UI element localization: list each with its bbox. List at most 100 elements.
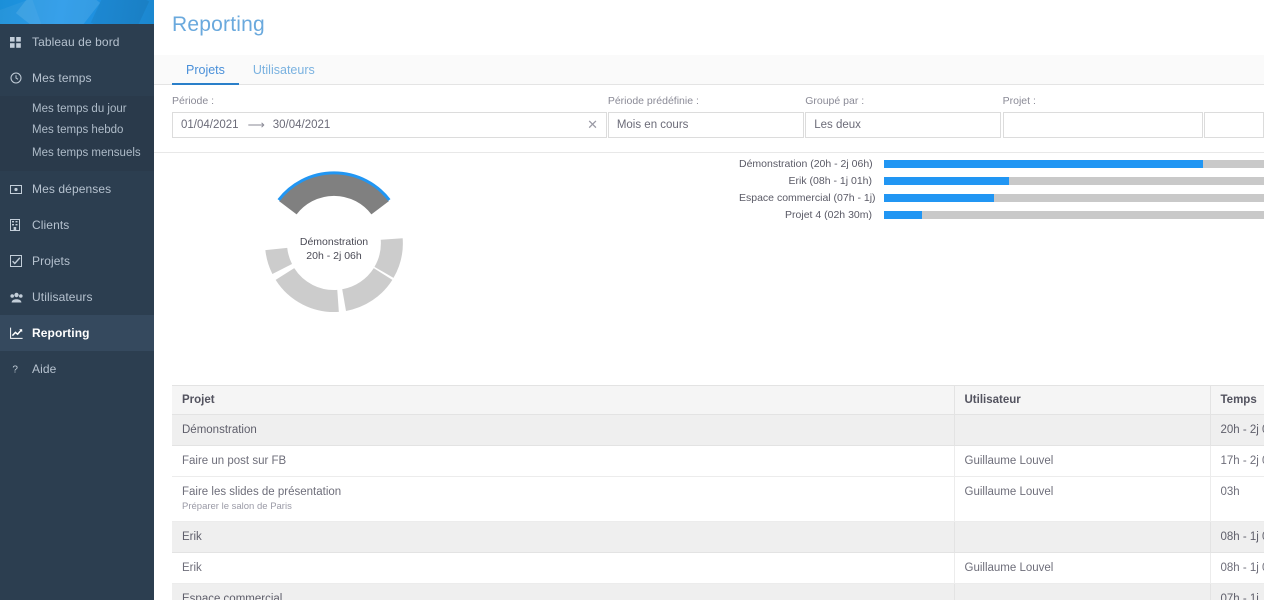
chart-line-icon	[10, 327, 32, 339]
legend-label: Espace commercial (07h - 1j)	[739, 192, 876, 204]
date-arrow-icon: ⟶	[247, 118, 265, 132]
task-title: Faire les slides de présentation	[182, 486, 342, 498]
donut-segment-erik[interactable]	[341, 267, 393, 311]
cell-temps: 03h	[1210, 476, 1264, 522]
cell-projet: Démonstration	[172, 414, 955, 446]
donut-center-line2: 20h - 2j 06h	[306, 250, 362, 262]
task-note: Préparer le salon de Paris	[182, 501, 292, 512]
sidebar-subitem-my-times-day[interactable]: Mes temps du jour	[0, 100, 154, 119]
page-title: Reporting	[172, 13, 265, 36]
periode-label: Période :	[172, 95, 215, 107]
filter-bar: Période : 01/04/2021 ⟶ 30/04/2021 ✕ Péri…	[154, 85, 1264, 153]
groupe-par-label: Groupé par :	[805, 95, 865, 107]
cell-utilisateur: Guillaume Louvel	[954, 445, 1211, 477]
sidebar-item-projects[interactable]: Projets	[0, 243, 154, 279]
legend-fill	[884, 177, 1010, 185]
tab-projets[interactable]: Projets	[172, 55, 239, 85]
sidebar-item-dashboard[interactable]: Tableau de bord	[0, 24, 154, 60]
cell-projet: Espace commercial	[172, 583, 955, 600]
legend-label: Démonstration (20h - 2j 06h)	[739, 158, 873, 170]
report-table-wrap: Projet Utilisateur Temps Démonstration 2…	[172, 385, 1264, 600]
column-header-temps[interactable]: Temps	[1210, 385, 1264, 415]
legend-track	[884, 177, 1264, 185]
date-start-value[interactable]: 01/04/2021	[181, 119, 239, 131]
cell-temps: 17h - 2j 03h	[1210, 445, 1264, 477]
column-header-utilisateur[interactable]: Utilisateur	[954, 385, 1211, 415]
building-icon	[10, 219, 32, 231]
table-row[interactable]: Erik 08h - 1j 01h	[172, 521, 1264, 553]
periode-predefinie-select[interactable]: Mois en cours	[607, 112, 804, 138]
groupe-par-value: Les deux	[814, 119, 861, 131]
cell-utilisateur	[954, 583, 1211, 600]
legend-label: Erik (08h - 1j 01h)	[788, 175, 872, 187]
table-row[interactable]: Faire les slides de présentation Prépare…	[172, 476, 1264, 522]
sidebar-item-reporting[interactable]: Reporting	[0, 315, 154, 351]
cell-utilisateur: Guillaume Louvel	[954, 552, 1211, 584]
donut-segment-demonstration[interactable]	[279, 173, 389, 215]
sidebar-subitem-my-times-week[interactable]: Mes temps hebdo	[0, 119, 154, 142]
report-table: Projet Utilisateur Temps Démonstration 2…	[172, 385, 1264, 600]
donut-chart[interactable]: Démonstration 20h - 2j 06h	[254, 163, 414, 323]
table-header-row: Projet Utilisateur Temps	[172, 385, 1264, 415]
extra-input[interactable]	[1204, 112, 1264, 138]
clear-icon[interactable]: ✕	[581, 117, 598, 133]
table-row[interactable]: Espace commercial 07h - 1j	[172, 583, 1264, 600]
field-extra-clipped	[1204, 95, 1264, 138]
legend-row[interactable]: Projet 4 (02h 30m)	[739, 209, 1264, 221]
table-row[interactable]: Erik Guillaume Louvel 08h - 1j 01h	[172, 552, 1264, 584]
legend-track	[884, 194, 1264, 202]
sidebar-item-label: Clients	[32, 218, 70, 232]
question-icon: ?	[10, 363, 32, 376]
donut-center-label: Démonstration 20h - 2j 06h	[254, 235, 414, 263]
legend-fill	[884, 211, 922, 219]
legend-bars: Démonstration (20h - 2j 06h) Erik (08h -…	[739, 158, 1264, 226]
tab-bar: Projets Utilisateurs	[154, 55, 1264, 85]
cell-utilisateur: Guillaume Louvel	[954, 476, 1211, 522]
grid-icon	[10, 36, 32, 48]
sidebar-item-my-expenses[interactable]: Mes dépenses	[0, 171, 154, 207]
sidebar-item-users[interactable]: Utilisateurs	[0, 279, 154, 315]
sidebar-item-label: Tableau de bord	[32, 35, 120, 49]
column-header-projet[interactable]: Projet	[172, 385, 955, 415]
cell-temps: 07h - 1j	[1210, 583, 1264, 600]
sidebar-subitem-my-times-month[interactable]: Mes temps mensuels	[0, 142, 154, 165]
app-root: Tableau de bord Mes temps Mes temps du j…	[0, 0, 1264, 600]
sidebar-item-help[interactable]: ? Aide	[0, 351, 154, 387]
projet-label: Projet :	[1002, 95, 1036, 107]
logo-shard-2	[90, 0, 150, 24]
legend-track	[884, 160, 1264, 168]
sidebar-item-label: Mes dépenses	[32, 182, 112, 196]
date-end-value[interactable]: 30/04/2021	[273, 119, 331, 131]
wallet-icon	[10, 184, 32, 195]
legend-row[interactable]: Espace commercial (07h - 1j)	[739, 192, 1264, 204]
legend-fill	[884, 160, 1204, 168]
sidebar-item-clients[interactable]: Clients	[0, 207, 154, 243]
sidebar-item-my-times[interactable]: Mes temps	[0, 60, 154, 96]
field-projet: Projet :	[1002, 95, 1203, 138]
table-row[interactable]: Faire un post sur FB Guillaume Louvel 17…	[172, 445, 1264, 477]
sidebar-submenu-my-times: Mes temps du jour Mes temps hebdo Mes te…	[0, 96, 154, 171]
date-range-input[interactable]: 01/04/2021 ⟶ 30/04/2021 ✕	[172, 112, 607, 138]
projet-input[interactable]	[1002, 112, 1203, 138]
cell-projet: Faire un post sur FB	[172, 445, 955, 477]
periode-predefinie-label: Période prédéfinie :	[607, 95, 699, 107]
table-row[interactable]: Démonstration 20h - 2j 06h	[172, 414, 1264, 446]
groupe-par-select[interactable]: Les deux	[805, 112, 1002, 138]
cell-temps: 08h - 1j 01h	[1210, 552, 1264, 584]
legend-track	[884, 211, 1264, 219]
cell-utilisateur	[954, 414, 1211, 446]
tab-utilisateurs[interactable]: Utilisateurs	[239, 55, 329, 84]
legend-row[interactable]: Erik (08h - 1j 01h)	[739, 175, 1264, 187]
field-periode-predefinie: Période prédéfinie : Mois en cours	[607, 95, 804, 138]
cell-projet: Erik	[172, 552, 955, 584]
logo-banner[interactable]	[0, 0, 154, 24]
donut-segment-espace[interactable]	[275, 267, 339, 312]
field-periode: Période : 01/04/2021 ⟶ 30/04/2021 ✕	[172, 95, 607, 138]
sidebar-item-label: Aide	[32, 362, 57, 376]
legend-row[interactable]: Démonstration (20h - 2j 06h)	[739, 158, 1264, 170]
cell-temps: 20h - 2j 06h	[1210, 414, 1264, 446]
sidebar: Tableau de bord Mes temps Mes temps du j…	[0, 0, 154, 600]
legend-label: Projet 4 (02h 30m)	[785, 209, 872, 221]
cell-utilisateur	[954, 521, 1211, 553]
field-groupe-par: Groupé par : Les deux	[805, 95, 1002, 138]
